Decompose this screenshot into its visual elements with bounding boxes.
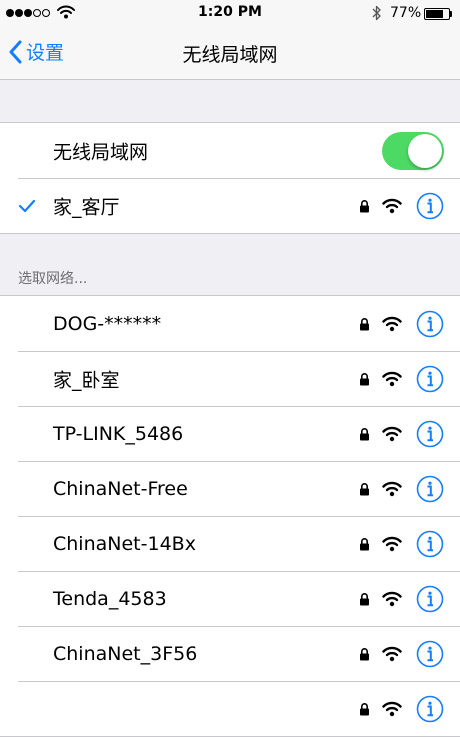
connected-network-name: 家_客厅: [53, 196, 120, 218]
network-row[interactable]: TP-LINK_5486: [0, 406, 460, 461]
lock-icon: [359, 427, 370, 441]
wifi-toggle-label: 无线局域网: [53, 141, 149, 163]
battery-icon: [424, 8, 450, 20]
wifi-signal-icon: [382, 198, 402, 214]
checkmark-icon: [18, 199, 36, 213]
network-row[interactable]: ChinaNet-Free: [0, 461, 460, 516]
wifi-signal-icon: [382, 316, 402, 332]
wifi-signal-icon: [382, 371, 402, 387]
wifi-settings-group: 无线局域网 家_客厅: [0, 122, 460, 234]
info-icon[interactable]: [416, 365, 444, 393]
info-icon[interactable]: [416, 530, 444, 558]
lock-icon: [359, 647, 370, 661]
info-icon[interactable]: [416, 640, 444, 668]
connected-network-row[interactable]: 家_客厅: [0, 178, 460, 233]
section-header: 选取网络...: [18, 271, 88, 287]
battery-percent: 77%: [390, 5, 422, 21]
wifi-signal-icon: [382, 646, 402, 662]
network-name: 家_卧室: [53, 369, 120, 391]
wifi-signal-icon: [382, 481, 402, 497]
navigation-bar: 设置 无线局域网: [0, 28, 460, 80]
page-title: 无线局域网: [182, 44, 278, 66]
lock-icon: [359, 317, 370, 331]
wifi-signal-icon: [382, 701, 402, 717]
network-list: DOG-****** 家_卧室 TP-LINK_5486 ChinaNet-Fr…: [0, 295, 460, 737]
lock-icon: [359, 592, 370, 606]
lock-icon: [359, 702, 370, 716]
network-row[interactable]: ChinaNet-14Bx: [0, 516, 460, 571]
info-icon[interactable]: [416, 420, 444, 448]
info-icon[interactable]: [416, 475, 444, 503]
network-name: DOG-******: [53, 312, 162, 335]
info-icon[interactable]: [416, 695, 444, 723]
wifi-signal-icon: [382, 536, 402, 552]
network-name: Tenda_4583: [53, 587, 167, 610]
info-icon[interactable]: [416, 585, 444, 613]
network-name: ChinaNet-Free: [53, 477, 188, 500]
wifi-toggle-row: 无线局域网: [0, 123, 460, 178]
wifi-signal-icon: [382, 426, 402, 442]
network-name: TP-LINK_5486: [53, 422, 184, 445]
network-row[interactable]: [0, 681, 460, 736]
wifi-signal-icon: [382, 591, 402, 607]
network-name: ChinaNet-14Bx: [53, 532, 196, 555]
network-name: ChinaNet_3F56: [53, 642, 198, 665]
bluetooth-icon: [372, 5, 382, 21]
status-bar: 1:20 PM 77%: [0, 0, 460, 28]
network-row[interactable]: ChinaNet_3F56: [0, 626, 460, 681]
network-row[interactable]: Tenda_4583: [0, 571, 460, 626]
toggle-knob: [408, 133, 442, 168]
info-icon[interactable]: [416, 310, 444, 338]
lock-icon: [359, 482, 370, 496]
lock-icon: [359, 537, 370, 551]
network-row[interactable]: DOG-******: [0, 296, 460, 351]
network-row[interactable]: 家_卧室: [0, 351, 460, 406]
info-icon[interactable]: [416, 192, 444, 220]
wifi-toggle-switch[interactable]: [382, 131, 444, 170]
lock-icon: [359, 199, 370, 213]
battery-cap: [450, 11, 452, 17]
lock-icon: [359, 372, 370, 386]
